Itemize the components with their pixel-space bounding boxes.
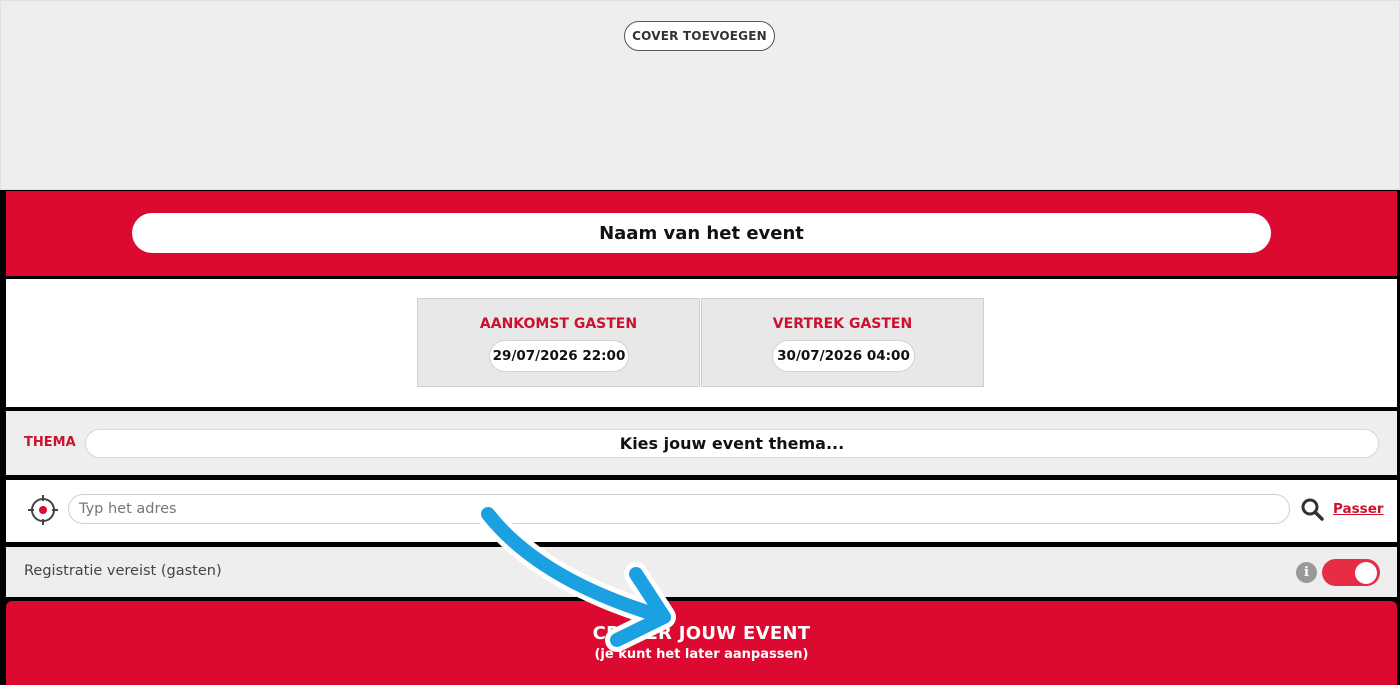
dates-section: AANKOMST GASTEN 29/07/2026 22:00 VERTREK… [6,279,1397,407]
theme-row: THEMA Kies jouw event thema... [6,411,1397,475]
departure-title: VERTREK GASTEN [772,316,913,332]
departure-box: VERTREK GASTEN 30/07/2026 04:00 [701,298,984,387]
create-event-page: COVER TOEVOEGEN Naam van het event AANKO… [0,0,1400,685]
address-row: Passer [6,480,1397,542]
registration-toggle[interactable] [1322,559,1380,586]
theme-select[interactable]: Kies jouw event thema... [85,429,1379,458]
cover-area: COVER TOEVOEGEN [0,0,1400,190]
toggle-knob [1355,561,1377,584]
departure-date-field[interactable]: 30/07/2026 04:00 [772,340,915,372]
registration-row: Registratie vereist (gasten) i [6,547,1397,597]
create-event-button[interactable]: CREËER JOUW EVENT (je kunt het later aan… [6,601,1397,685]
info-icon[interactable]: i [1296,562,1317,583]
create-event-subtitle: (je kunt het later aanpassen) [594,647,809,662]
create-event-title: CREËER JOUW EVENT [592,623,811,644]
arrival-title: AANKOMST GASTEN [479,316,638,332]
arrival-box: AANKOMST GASTEN 29/07/2026 22:00 [417,298,700,387]
add-cover-button[interactable]: COVER TOEVOEGEN [624,21,775,51]
search-icon[interactable] [1300,497,1324,521]
event-name-band: Naam van het event [6,191,1397,276]
event-name-input[interactable]: Naam van het event [132,213,1271,253]
theme-label: THEMA [24,435,76,450]
arrival-date-field[interactable]: 29/07/2026 22:00 [489,340,629,372]
address-input[interactable] [68,494,1290,524]
registration-label: Registratie vereist (gasten) [24,563,222,579]
skip-link[interactable]: Passer [1333,501,1384,517]
target-icon[interactable] [27,494,59,526]
